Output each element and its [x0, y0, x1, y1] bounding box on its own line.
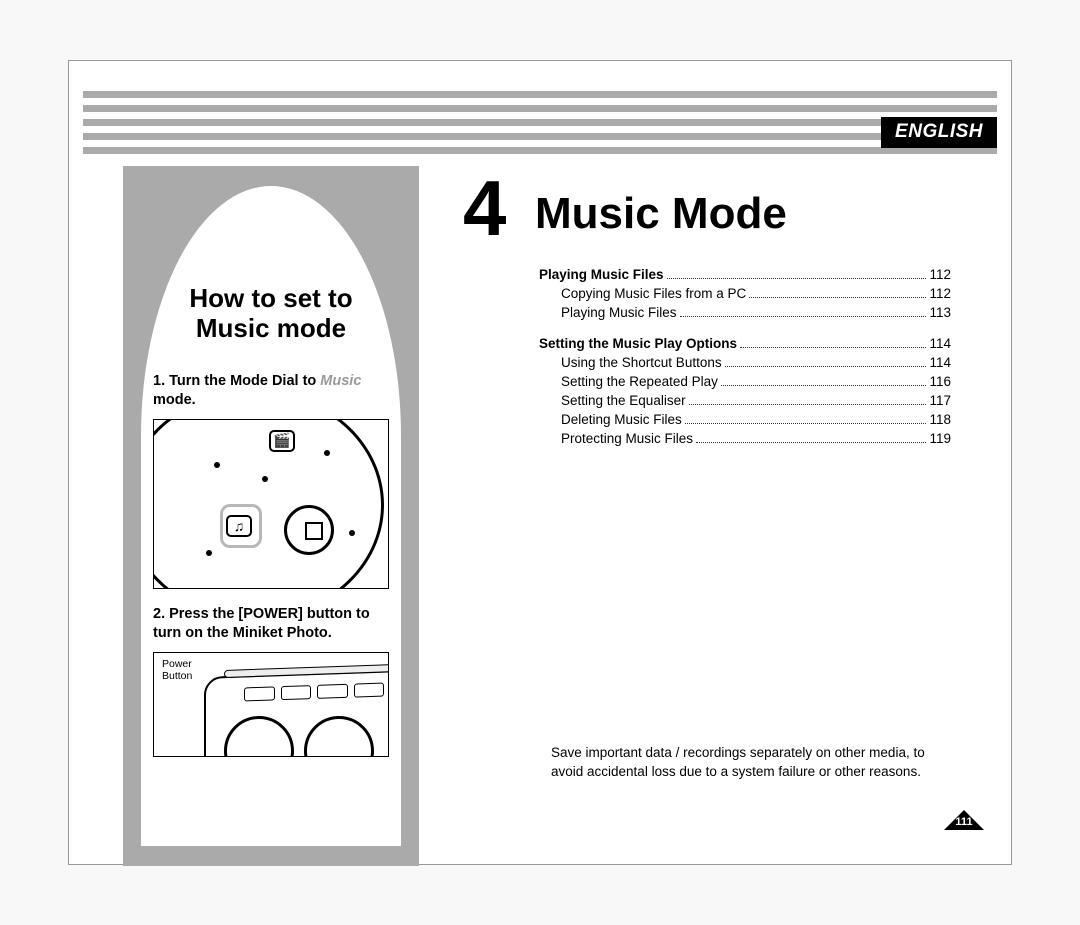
toc-page-number: 118 [929, 412, 951, 427]
table-of-contents: Playing Music Files112Copying Music File… [539, 267, 951, 450]
step-1-prefix: 1. Turn the Mode Dial to [153, 373, 320, 389]
toc-entry: Setting the Repeated Play 116 [539, 374, 951, 389]
page-number-marker: 111 [941, 810, 987, 838]
header-stripes [83, 91, 997, 161]
step-2: 2. Press the [POWER] button to turn on t… [153, 605, 389, 644]
toc-label: Copying Music Files from a PC [539, 286, 746, 301]
toc-entry: Playing Music Files 113 [539, 305, 951, 320]
toc-entry: Protecting Music Files 119 [539, 431, 951, 446]
toc-label: Playing Music Files [539, 267, 664, 282]
toc-label: Protecting Music Files [539, 431, 693, 446]
toc-entry: Setting the Equaliser 117 [539, 393, 951, 408]
toc-label: Playing Music Files [539, 305, 677, 320]
toc-page-number: 112 [929, 267, 951, 282]
toc-page-number: 119 [929, 431, 951, 446]
sidebar-arch: How to set to Music mode 1. Turn the Mod… [141, 186, 401, 846]
sidebar-heading: How to set to Music mode [153, 284, 389, 344]
toc-page-number: 112 [929, 286, 951, 301]
sidebar-heading-line2: Music mode [196, 313, 346, 343]
step-1: 1. Turn the Mode Dial to Music mode. [153, 372, 389, 411]
toc-entry: Playing Music Files 112 [539, 267, 951, 282]
toc-page-number: 113 [929, 305, 951, 320]
music-mode-icon: ♫ [226, 515, 252, 537]
power-button-label: PowerButton [162, 659, 192, 682]
toc-label: Setting the Equaliser [539, 393, 686, 408]
toc-label: Deleting Music Files [539, 412, 682, 427]
language-label: ENGLISH [881, 117, 997, 148]
step-1-suffix: mode. [153, 392, 196, 408]
toc-page-number: 114 [929, 336, 951, 351]
sidebar-panel: How to set to Music mode 1. Turn the Mod… [123, 166, 419, 866]
toc-page-number: 117 [929, 393, 951, 408]
footnote-text: Save important data / recordings separat… [551, 744, 941, 782]
toc-label: Using the Shortcut Buttons [539, 355, 722, 370]
mode-dial-illustration: 🎬 ♫ [153, 419, 389, 589]
toc-label: Setting the Music Play Options [539, 336, 737, 351]
toc-entry: Setting the Music Play Options 114 [539, 336, 951, 351]
page-number: 111 [941, 816, 987, 828]
video-mode-icon: 🎬 [269, 430, 295, 452]
sidebar-heading-line1: How to set to [189, 283, 352, 313]
toc-entry: Copying Music Files from a PC 112 [539, 286, 951, 301]
step-1-italic: Music [320, 373, 361, 389]
toc-page-number: 114 [929, 355, 951, 370]
manual-page: ENGLISH How to set to Music mode 1. Turn… [68, 60, 1012, 865]
toc-page-number: 116 [929, 374, 951, 389]
power-button-illustration: PowerButton [153, 652, 389, 757]
chapter-title: Music Mode [535, 189, 787, 239]
toc-entry: Deleting Music Files 118 [539, 412, 951, 427]
toc-label: Setting the Repeated Play [539, 374, 718, 389]
toc-entry: Using the Shortcut Buttons 114 [539, 355, 951, 370]
chapter-number: 4 [463, 169, 506, 247]
